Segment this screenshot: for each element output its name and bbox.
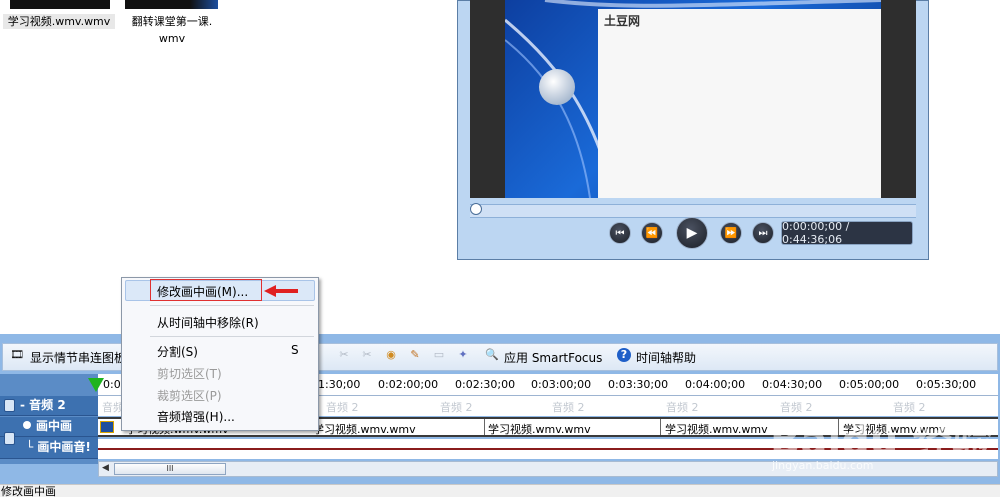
watermark-logo: Baidu 经验 — [770, 418, 993, 464]
fit-icon[interactable]: ◉ — [384, 348, 398, 362]
scrollbar-thumb[interactable]: III — [114, 463, 226, 475]
clip-label-2-line2[interactable]: wmv — [122, 31, 222, 46]
seek-handle[interactable] — [470, 203, 482, 215]
menu-item-audio-enhance[interactable]: 音频增强(H)... — [157, 408, 235, 425]
seek-bar[interactable] — [470, 204, 916, 218]
clip-label-2-line1[interactable]: 翻转课堂第一课. — [122, 14, 222, 29]
ruler-label: 0:05:00;00 — [839, 378, 900, 391]
watermark-url: jingyan.baidu.com — [772, 459, 874, 472]
pip-clip-label[interactable]: 学习视频.wmv.wmv — [313, 421, 416, 437]
pip-clip-label[interactable]: 学习视频.wmv.wmv — [665, 421, 768, 437]
menu-item-split-shortcut: S — [291, 343, 299, 357]
fast-forward-icon[interactable]: ⏩ — [720, 222, 742, 244]
menu-item-edit-pip[interactable]: 修改画中画(M)... — [157, 283, 248, 300]
snapshot-icon[interactable]: ▭ — [432, 348, 446, 362]
slide-content-panel — [598, 9, 881, 198]
ruler-label: 0:03:30;00 — [608, 378, 669, 391]
track-link-icon — [23, 421, 31, 429]
ruler-label: 0:05:30;00 — [916, 378, 977, 391]
show-storyboard-button[interactable]: 显示情节串连图板 — [30, 349, 126, 366]
clip-divider — [660, 419, 661, 435]
clip-thumbnail-1[interactable] — [10, 0, 110, 9]
slide-orb-graphic — [539, 69, 575, 105]
clip-thumbnail-2[interactable] — [125, 0, 218, 9]
track-name-audio2: - 音频 2 — [20, 398, 66, 412]
skip-back-icon[interactable]: ⏮ — [609, 222, 631, 244]
storyboard-icon[interactable]: 🎞 — [10, 348, 24, 362]
clip-label-1[interactable]: 学习视频.wmv.wmv — [3, 14, 115, 29]
pip-clip-label[interactable]: 学习视频.wmv.wmv — [488, 421, 591, 437]
effects-icon[interactable]: ✦ — [456, 348, 470, 362]
rewind-icon[interactable]: ⏪ — [641, 222, 663, 244]
menu-item-split[interactable]: 分割(S) — [157, 343, 198, 360]
playhead-marker[interactable] — [88, 378, 104, 392]
audio2-ghost-label: 音频 2 — [552, 401, 585, 414]
menu-item-cut-selection: 剪切选区(T) — [157, 367, 222, 381]
menu-item-trim-selection: 裁剪选区(P) — [157, 389, 222, 403]
ruler-label: 0:03:00;00 — [531, 378, 592, 391]
scroll-left-icon[interactable]: ◀ — [102, 463, 109, 473]
track-name-pip: 画中画 — [36, 419, 73, 433]
track-name-pip-audio: └ 画中画音! — [26, 440, 91, 454]
zoom-in-icon[interactable]: ✂ — [337, 348, 351, 362]
timeline-help-button[interactable]: 时间轴帮助 — [636, 349, 696, 366]
lock-icon[interactable] — [4, 399, 15, 412]
audio2-ghost-label: 音频 2 — [666, 401, 699, 414]
play-icon[interactable]: ▶ — [676, 217, 708, 249]
lock-icon[interactable] — [4, 432, 15, 445]
annotation-arrow-icon — [264, 285, 298, 297]
audio2-ghost-label: 音频 2 — [440, 401, 473, 414]
ruler-label: 0:02:30;00 — [455, 378, 516, 391]
menu-separator — [150, 336, 314, 337]
ruler-label: 1:30;00 — [318, 378, 361, 391]
ruler-label: 0:02:00;00 — [378, 378, 439, 391]
apply-smartfocus-button[interactable]: 应用 SmartFocus — [504, 349, 602, 366]
audio2-ghost-label: 音频 2 — [326, 401, 359, 414]
zoom-out-icon[interactable]: ✂ — [360, 348, 374, 362]
help-icon[interactable]: ? — [617, 348, 631, 362]
menu-separator — [150, 305, 314, 306]
status-bar: 修改画中画 — [0, 484, 1000, 498]
clip-divider — [484, 419, 485, 435]
smartfocus-icon[interactable]: 🔍 — [485, 348, 499, 362]
clip-thumbnail-icon — [100, 421, 114, 433]
ruler-label: 0:04:30;00 — [762, 378, 823, 391]
menu-item-remove-from-timeline[interactable]: 从时间轴中移除(R) — [157, 314, 259, 331]
slide-text: 土豆网 — [604, 14, 641, 28]
skip-forward-icon[interactable]: ⏭ — [752, 222, 774, 244]
ruler-label: 0:04:00;00 — [685, 378, 746, 391]
split-icon[interactable]: ✎ — [408, 348, 422, 362]
timecode-display: 0:00:00;00 / 0:44:36;06 — [781, 220, 913, 246]
